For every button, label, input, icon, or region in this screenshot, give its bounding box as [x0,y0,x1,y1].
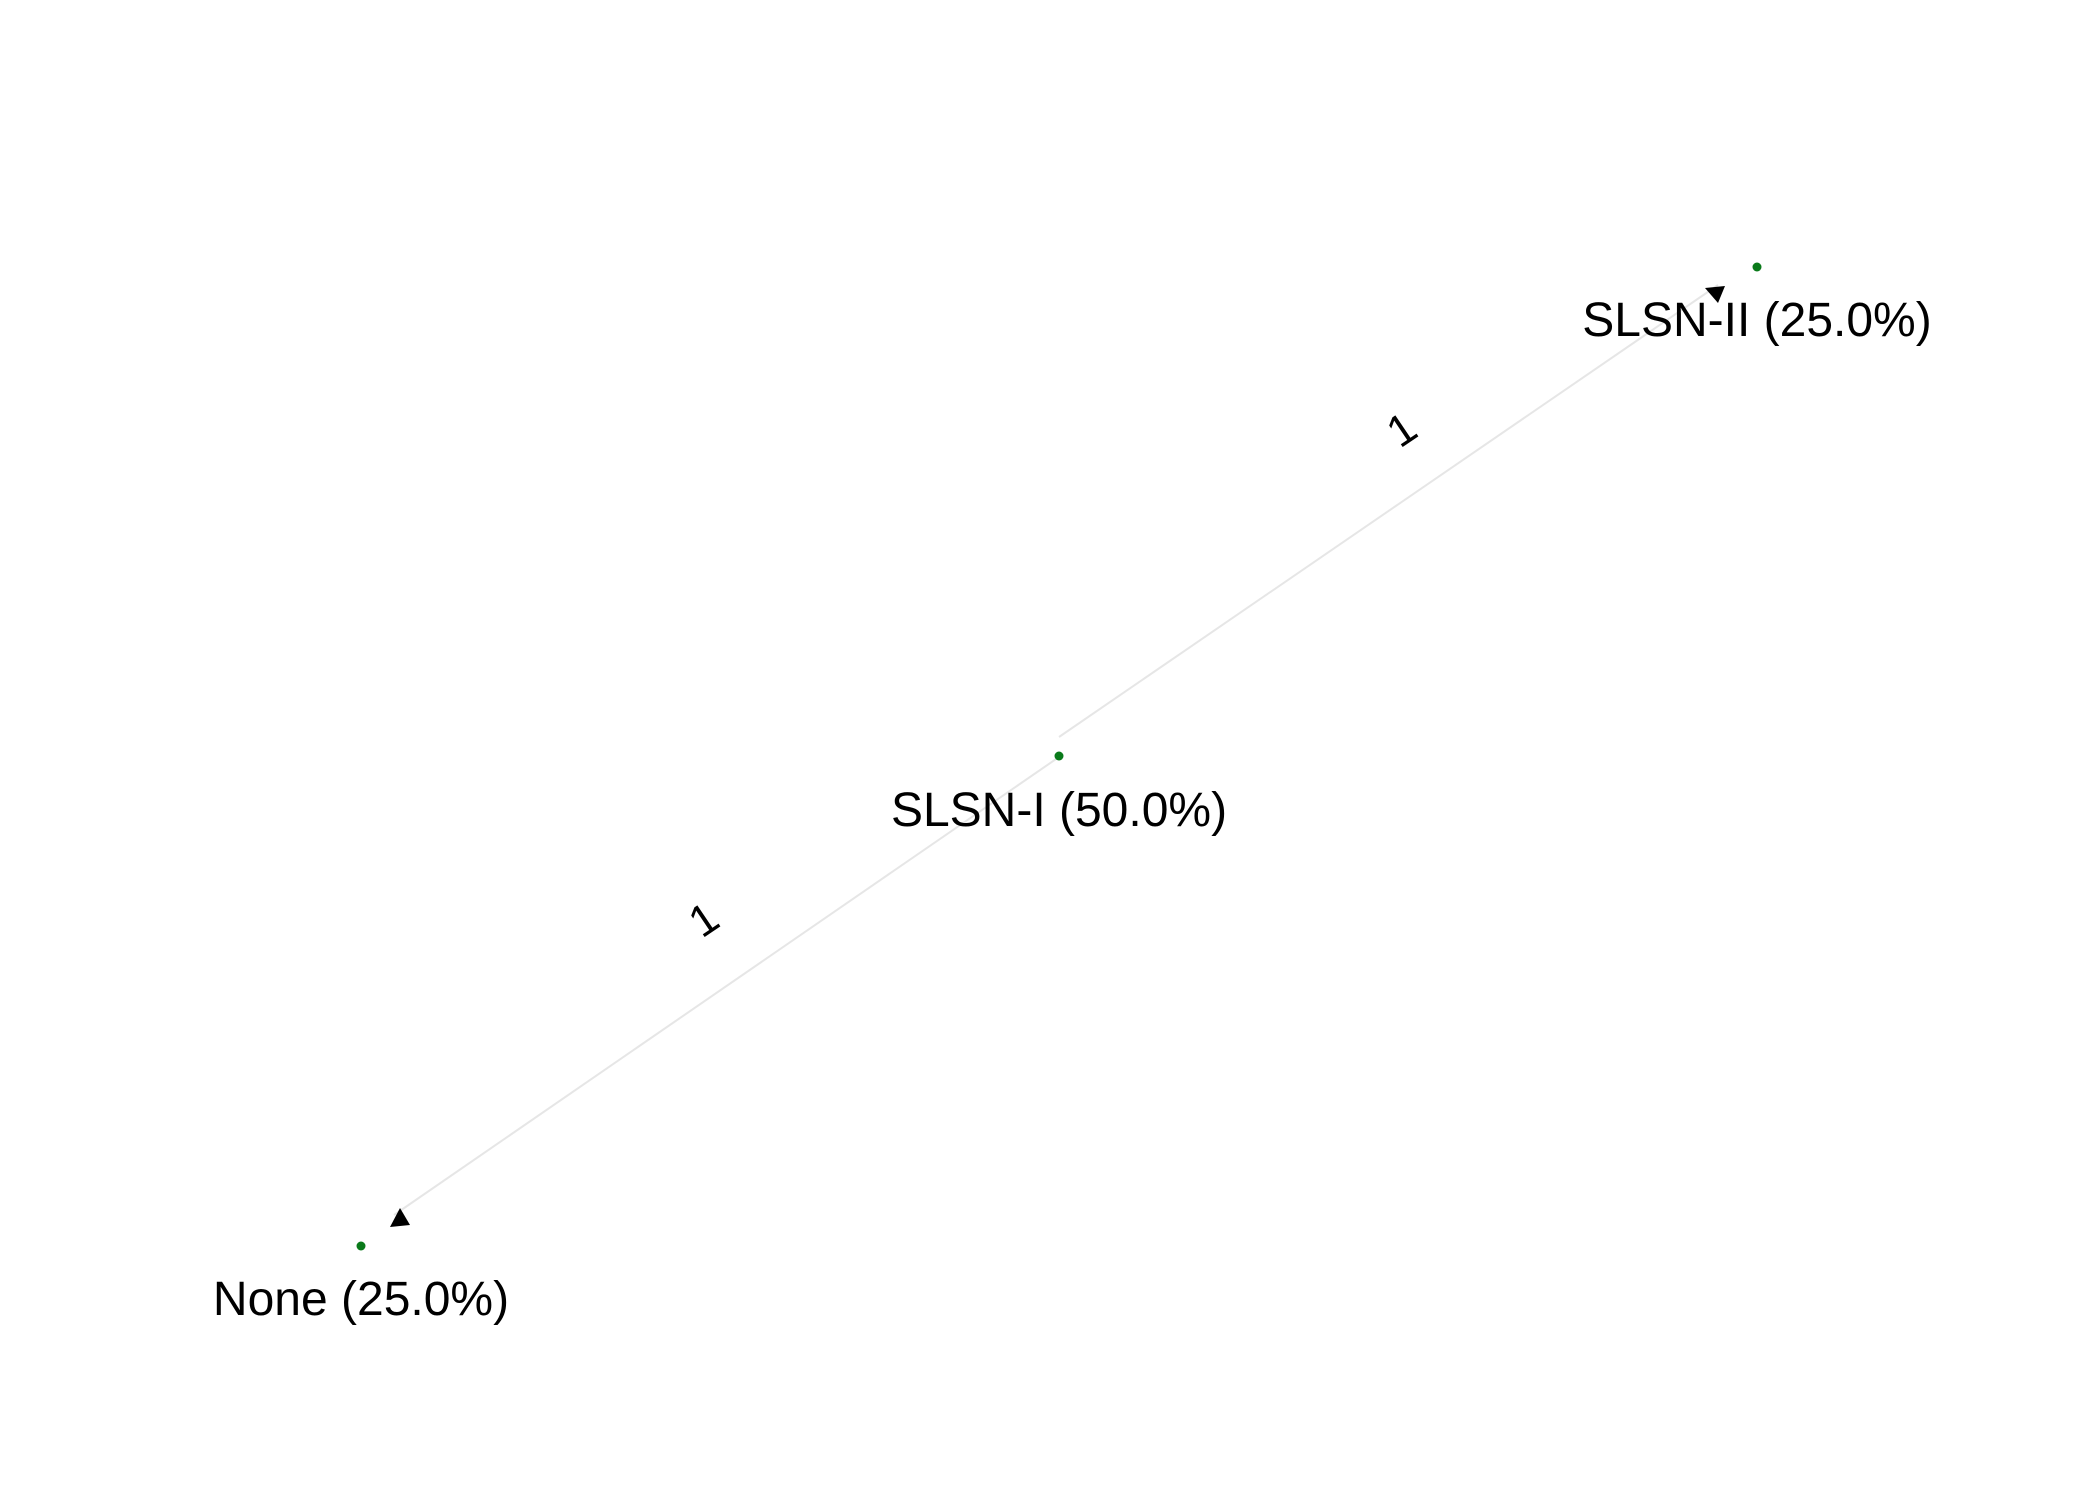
node-label-none: None (25.0%) [213,1273,509,1326]
node-label-slsn1: SLSN-I (50.0%) [891,784,1227,837]
edge-label-slsn1-to-none: 1 [680,893,728,947]
node-label-slsn2: SLSN-II (25.0%) [1582,294,1931,347]
nodes-layer: SLSN-II (25.0%) SLSN-I (50.0%) None (25.… [213,262,1932,1326]
edge-line-slsn1-to-slsn2 [1058,284,1719,738]
edge-label-slsn1-to-slsn2: 1 [1378,403,1426,457]
node-dot-slsn1 [1054,751,1064,761]
node-dot-slsn2 [1752,262,1762,272]
edge-arrowhead-none [390,1208,410,1227]
node-dot-none [356,1241,366,1251]
transition-diagram: 1 1 SLSN-II (25.0%) SLSN-I (50.0%) None … [213,262,1932,1326]
